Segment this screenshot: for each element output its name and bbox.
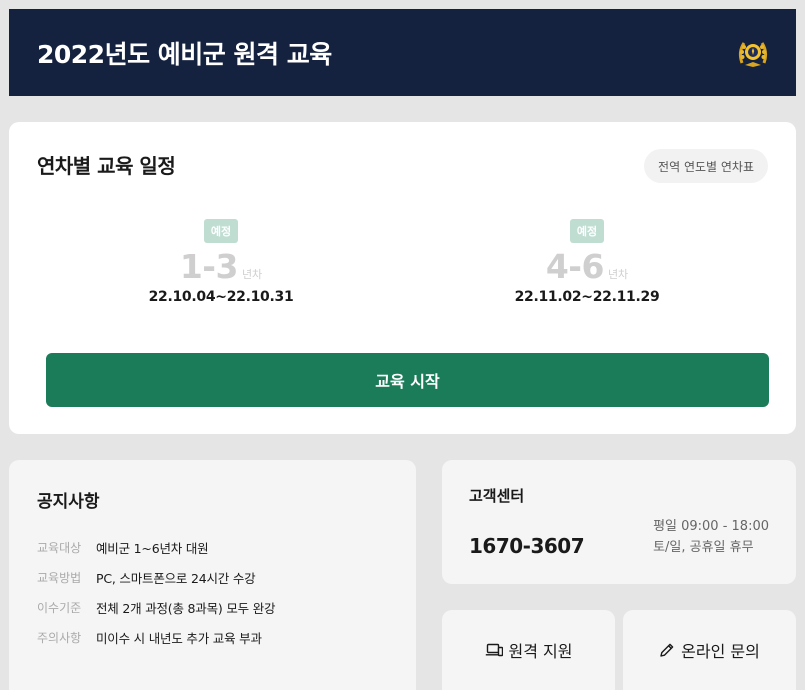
app-header: 2022년도 예비군 원격 교육	[9, 9, 796, 96]
status-badge: 예정	[203, 219, 239, 243]
online-inquiry-label: 온라인 문의	[681, 642, 760, 661]
notice-card: 공지사항 교육대상 예비군 1~6년차 대원 교육방법 PC, 스마트폰으로 2…	[9, 460, 416, 690]
period-unit: 년차	[607, 268, 629, 281]
customer-center-hours: 평일 09:00 - 18:00 토/일, 공휴일 휴무	[653, 516, 769, 558]
hours-weekend: 토/일, 공휴일 휴무	[653, 540, 754, 555]
period-range: 4-6	[545, 247, 605, 286]
period-4-6: 예정 4-6 년차 22.11.02~22.11.29	[487, 219, 687, 305]
period-1-3: 예정 1-3 년차 22.10.04~22.10.31	[121, 219, 321, 305]
start-education-button[interactable]: 교육 시작	[46, 353, 769, 407]
notice-value: 전체 2개 과정(총 8과목) 모두 완강	[96, 600, 276, 616]
notice-key: 이수기준	[37, 600, 82, 615]
laptop-icon	[485, 643, 503, 657]
notice-list: 교육대상 예비군 1~6년차 대원 교육방법 PC, 스마트폰으로 24시간 수…	[37, 532, 276, 652]
notice-row: 교육대상 예비군 1~6년차 대원	[37, 532, 275, 562]
notice-key: 교육방법	[37, 570, 82, 585]
yearly-chart-button[interactable]: 전역 연도별 연차표	[644, 149, 768, 183]
customer-center-phone[interactable]: 1670-3607	[469, 534, 585, 558]
notice-row: 주의사항 미이수 시 내년도 추가 교육 부과	[37, 622, 275, 652]
army-emblem-icon	[738, 41, 768, 67]
notice-row: 교육방법 PC, 스마트폰으로 24시간 수강	[37, 562, 275, 592]
period-range: 1-3	[179, 247, 239, 286]
customer-center-card: 고객센터 1670-3607 평일 09:00 - 18:00 토/일, 공휴일…	[442, 460, 796, 584]
pencil-icon	[660, 643, 674, 657]
notice-value: PC, 스마트폰으로 24시간 수강	[96, 570, 256, 586]
schedule-title: 연차별 교육 일정	[37, 154, 176, 178]
remote-support-button[interactable]: 원격 지원	[442, 610, 615, 690]
page-title: 2022년도 예비군 원격 교육	[37, 39, 332, 69]
period-dates: 22.11.02~22.11.29	[514, 289, 660, 305]
customer-center-title: 고객센터	[469, 487, 525, 505]
remote-support-label: 원격 지원	[508, 642, 573, 661]
notice-row: 이수기준 전체 2개 과정(총 8과목) 모두 완강	[37, 592, 276, 622]
notice-key: 주의사항	[37, 630, 82, 645]
online-inquiry-button[interactable]: 온라인 문의	[623, 610, 796, 690]
period-unit: 년차	[241, 268, 263, 281]
schedule-card: 연차별 교육 일정 전역 연도별 연차표 예정 1-3 년차 22.10.04~…	[9, 122, 796, 434]
hours-weekday: 평일 09:00 - 18:00	[653, 519, 769, 534]
notice-value: 예비군 1~6년차 대원	[96, 540, 209, 556]
notice-key: 교육대상	[37, 540, 82, 555]
status-badge: 예정	[569, 219, 605, 243]
notice-value: 미이수 시 내년도 추가 교육 부과	[96, 630, 262, 646]
period-dates: 22.10.04~22.10.31	[148, 289, 294, 305]
notice-title: 공지사항	[37, 492, 100, 512]
